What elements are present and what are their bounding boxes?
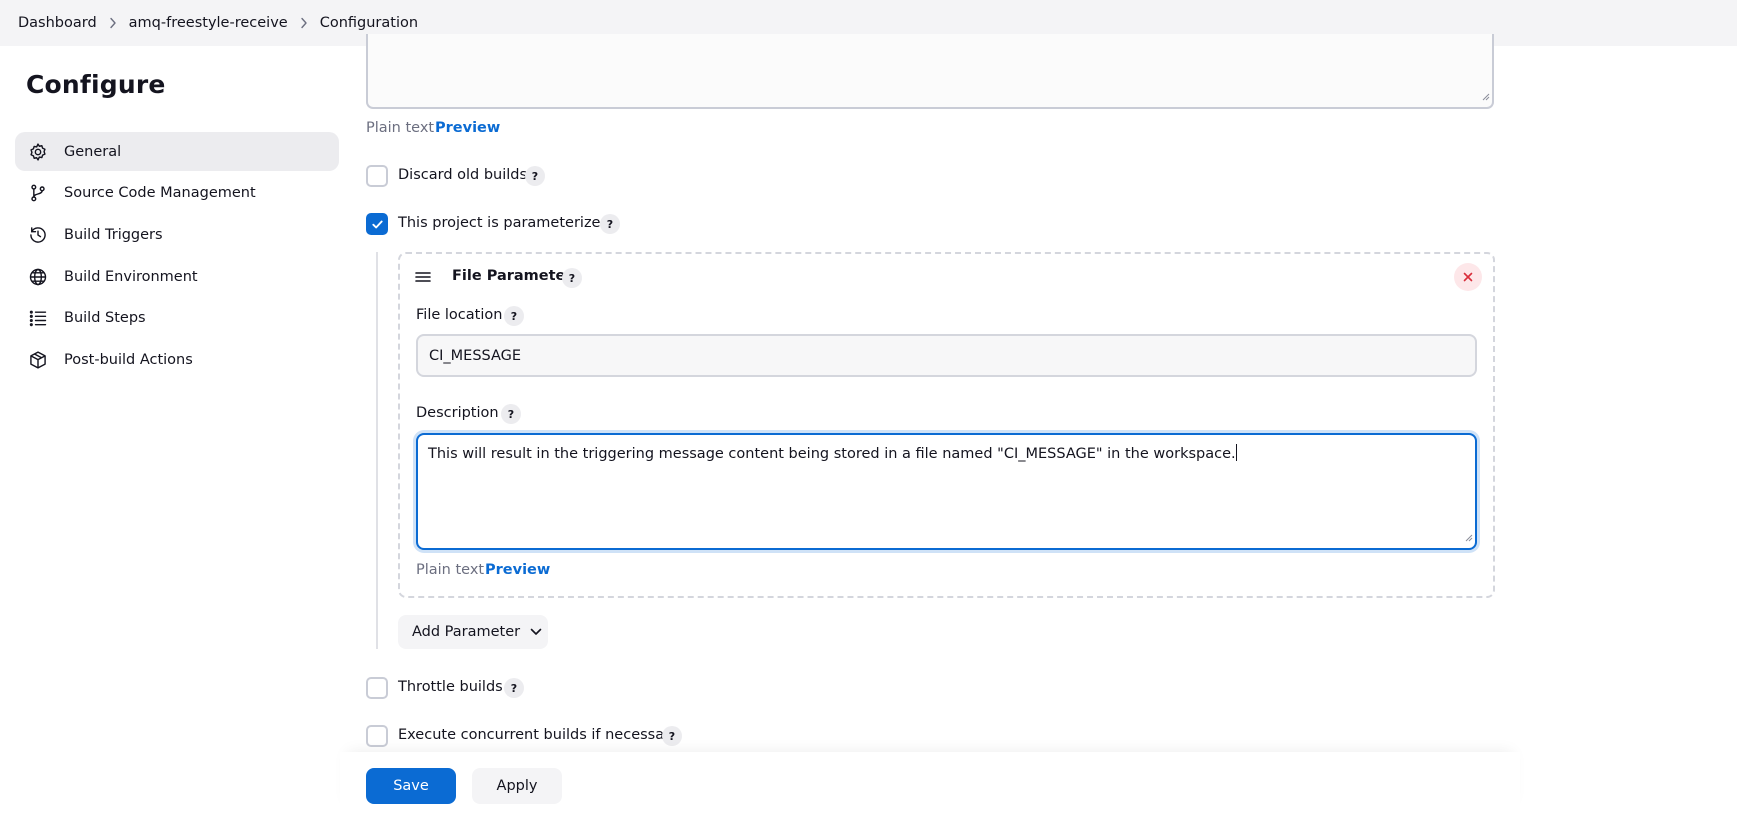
help-icon[interactable]: ? bbox=[662, 726, 682, 746]
cube-icon bbox=[27, 349, 49, 371]
file-location-input[interactable]: CI_MESSAGE bbox=[416, 334, 1477, 377]
gear-icon bbox=[27, 141, 49, 163]
help-icon[interactable]: ? bbox=[525, 166, 545, 186]
sidebar-item-build-triggers[interactable]: Build Triggers bbox=[15, 215, 339, 254]
add-parameter-label: Add Parameter bbox=[412, 624, 521, 640]
git-branch-icon bbox=[27, 182, 49, 204]
chevron-right-icon bbox=[288, 17, 320, 29]
description-text: This will result in the triggering messa… bbox=[428, 446, 1236, 462]
globe-icon bbox=[27, 266, 49, 288]
help-icon[interactable]: ? bbox=[600, 214, 620, 234]
resize-handle-icon[interactable] bbox=[1480, 86, 1490, 105]
page-title: Configure bbox=[26, 70, 166, 99]
file-location-label: File location bbox=[416, 307, 503, 323]
sidebar-item-label: Source Code Management bbox=[64, 184, 256, 201]
throttle-builds-checkbox[interactable] bbox=[366, 677, 388, 699]
sidebar-item-post-build-actions[interactable]: Post-build Actions bbox=[15, 340, 339, 379]
resize-handle-icon[interactable] bbox=[1463, 530, 1473, 546]
delete-parameter-button[interactable] bbox=[1454, 263, 1482, 291]
chevron-down-icon bbox=[530, 628, 542, 636]
sidebar-item-source-code-management[interactable]: Source Code Management bbox=[15, 173, 339, 212]
apply-button[interactable]: Apply bbox=[472, 768, 562, 804]
sidebar-item-general[interactable]: General bbox=[15, 132, 339, 171]
help-icon[interactable]: ? bbox=[504, 306, 524, 326]
clock-icon bbox=[27, 224, 49, 246]
discard-old-builds-checkbox[interactable] bbox=[366, 165, 388, 187]
sidebar-item-label: Post-build Actions bbox=[64, 351, 193, 368]
discard-old-builds-label: Discard old builds bbox=[398, 167, 528, 183]
sidebar-item-build-steps[interactable]: Build Steps bbox=[15, 298, 339, 337]
parameter-indent-line bbox=[376, 252, 378, 649]
parameterized-checkbox[interactable] bbox=[366, 213, 388, 235]
plain-text-label: Plain text bbox=[366, 120, 435, 136]
chevron-right-icon bbox=[97, 17, 129, 29]
project-description-textarea[interactable] bbox=[366, 34, 1494, 109]
plain-text-label: Plain text bbox=[416, 562, 485, 578]
add-parameter-button[interactable]: Add Parameter bbox=[398, 615, 548, 649]
sidebar-item-label: Build Triggers bbox=[64, 226, 163, 243]
help-icon[interactable]: ? bbox=[562, 268, 582, 288]
preview-link[interactable]: Preview bbox=[485, 562, 550, 578]
parameterized-label: This project is parameterized bbox=[398, 215, 610, 231]
checkmark-icon bbox=[371, 220, 383, 228]
throttle-builds-label: Throttle builds bbox=[398, 679, 503, 695]
drag-handle-icon[interactable] bbox=[414, 268, 432, 290]
file-parameter-title: File Parameter bbox=[452, 268, 573, 284]
sidebar-item-build-environment[interactable]: Build Environment bbox=[15, 257, 339, 296]
breadcrumb-configuration[interactable]: Configuration bbox=[320, 15, 418, 31]
description-textarea[interactable]: This will result in the triggering messa… bbox=[416, 433, 1477, 550]
concurrent-builds-label: Execute concurrent builds if necessary bbox=[398, 727, 679, 743]
save-button[interactable]: Save bbox=[366, 768, 456, 804]
sidebar-item-label: Build Steps bbox=[64, 309, 146, 326]
sidebar-item-label: General bbox=[64, 143, 122, 160]
help-icon[interactable]: ? bbox=[501, 404, 521, 424]
text-cursor bbox=[1235, 444, 1237, 461]
breadcrumb-dashboard[interactable]: Dashboard bbox=[18, 15, 97, 31]
description-label: Description bbox=[416, 405, 499, 421]
close-icon bbox=[1463, 272, 1473, 282]
list-icon bbox=[27, 307, 49, 329]
sidebar-item-label: Build Environment bbox=[64, 268, 198, 285]
help-icon[interactable]: ? bbox=[504, 678, 524, 698]
preview-link[interactable]: Preview bbox=[435, 120, 500, 136]
breadcrumb-project[interactable]: amq-freestyle-receive bbox=[129, 15, 288, 31]
concurrent-builds-checkbox[interactable] bbox=[366, 725, 388, 747]
